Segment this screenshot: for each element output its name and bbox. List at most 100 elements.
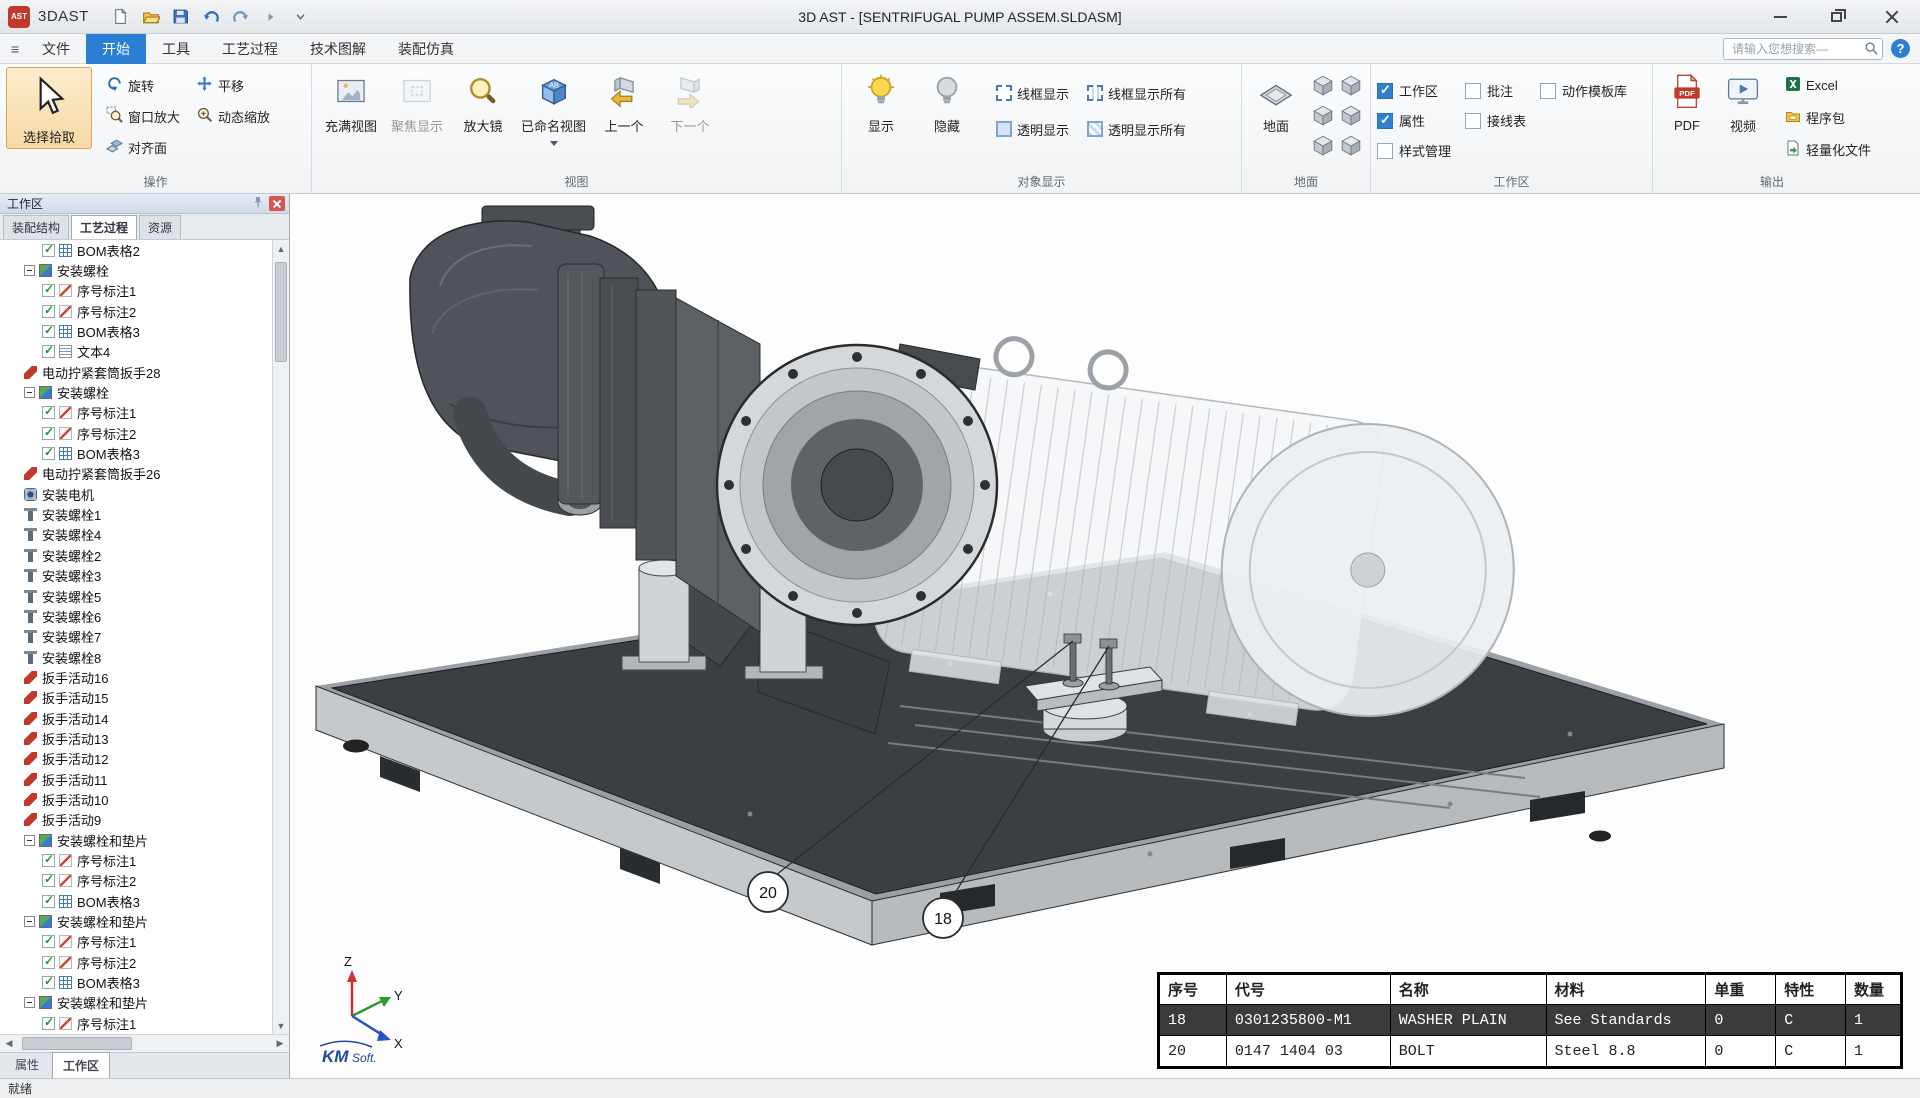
tab-properties[interactable]: 属性	[4, 1051, 50, 1078]
tree-item[interactable]: 安装螺栓和垫片	[0, 993, 272, 1013]
dynamic-zoom-button[interactable]: 动态缩放	[190, 102, 276, 130]
tree-checkbox[interactable]	[42, 447, 55, 460]
new-document-icon[interactable]	[111, 7, 131, 27]
workspace-checkbox-item[interactable]: 工作区	[1377, 77, 1451, 104]
help-button[interactable]: ?	[1891, 39, 1910, 58]
tree-checkbox[interactable]	[42, 406, 55, 419]
tree-expander-icon[interactable]	[24, 835, 35, 846]
tree-item[interactable]: BOM表格2	[0, 240, 272, 260]
export-pdf-button[interactable]: PDF PDF	[1659, 67, 1715, 135]
tree-item[interactable]: BOM表格3	[0, 321, 272, 341]
previous-view-button[interactable]: 上一个	[591, 67, 657, 137]
tree-expander-icon[interactable]	[24, 265, 35, 276]
tree-item[interactable]: 安装螺栓2	[0, 545, 272, 565]
tree-item[interactable]: 扳手活动16	[0, 667, 272, 687]
viewport-3d[interactable]: 20 18 Z Y X	[290, 194, 1920, 1078]
align-face-button[interactable]: 对齐面	[100, 133, 186, 161]
menu-icon[interactable]: ≡	[6, 41, 24, 57]
tree-item[interactable]: 扳手活动12	[0, 749, 272, 769]
tree-item[interactable]: 安装螺栓4	[0, 525, 272, 545]
tree-item[interactable]: 安装螺栓1	[0, 504, 272, 524]
pan-button[interactable]: 平移	[190, 71, 276, 99]
tab-file[interactable]: 文件	[26, 34, 86, 64]
style-manager-checkbox-item[interactable]: 样式管理	[1377, 137, 1451, 164]
scroll-right-icon[interactable]: ▶	[271, 1035, 289, 1053]
tree-item[interactable]: 扳手活动13	[0, 728, 272, 748]
qat-dropdown-icon[interactable]	[291, 7, 311, 27]
checkbox-icon[interactable]	[1465, 113, 1481, 129]
checkbox-icon[interactable]	[1465, 83, 1481, 99]
ground-button[interactable]: 地面	[1248, 67, 1304, 137]
scroll-down-icon[interactable]: ▼	[273, 1017, 289, 1034]
tree-checkbox[interactable]	[42, 874, 55, 887]
tree-item[interactable]: 序号标注1	[0, 1013, 272, 1033]
restore-button[interactable]	[1808, 0, 1864, 33]
tree-item[interactable]: 序号标注2	[0, 423, 272, 443]
tree-item[interactable]: 文本4	[0, 342, 272, 362]
annotation-checkbox-item[interactable]: 批注	[1465, 77, 1526, 104]
checkbox-icon[interactable]	[1377, 113, 1393, 129]
tree-item[interactable]: 安装螺栓	[0, 382, 272, 402]
tree-item[interactable]: 电动拧紧套筒扳手28	[0, 362, 272, 382]
named-views-dropdown-icon[interactable]	[550, 141, 558, 146]
checkbox-icon[interactable]	[1540, 83, 1556, 99]
window-zoom-button[interactable]: 窗口放大	[100, 102, 186, 130]
action-template-checkbox-item[interactable]: 动作模板库	[1540, 77, 1627, 104]
export-video-button[interactable]: 视频	[1715, 67, 1771, 137]
view-cube-icon[interactable]	[1310, 71, 1336, 99]
tree-checkbox[interactable]	[42, 244, 55, 257]
export-package-button[interactable]: 程序包	[1779, 103, 1877, 131]
tree-item[interactable]: 扳手活动14	[0, 708, 272, 728]
tree-checkbox[interactable]	[42, 854, 55, 867]
scroll-left-icon[interactable]: ◀	[0, 1035, 18, 1053]
tree-item[interactable]: 安装螺栓8	[0, 647, 272, 667]
tree-item[interactable]: 序号标注1	[0, 850, 272, 870]
tree-item[interactable]: 序号标注1	[0, 403, 272, 423]
balloon-20[interactable]: 20	[748, 872, 788, 912]
balloon-18[interactable]: 18	[923, 898, 963, 938]
checkbox-icon[interactable]	[1377, 143, 1393, 159]
tree-item[interactable]: 序号标注1	[0, 932, 272, 952]
close-button[interactable]	[1864, 0, 1920, 33]
tree-expander-icon[interactable]	[24, 387, 35, 398]
named-views-button[interactable]: AB 已命名视图	[516, 67, 591, 148]
horizontal-scroll-thumb[interactable]	[22, 1037, 132, 1050]
tree-item[interactable]: BOM表格3	[0, 443, 272, 463]
tree-checkbox[interactable]	[42, 976, 55, 989]
save-icon[interactable]	[171, 7, 191, 27]
view-cube-icon[interactable]	[1338, 101, 1364, 129]
tree-checkbox[interactable]	[42, 325, 55, 338]
export-lightweight-button[interactable]: 轻量化文件	[1779, 135, 1877, 163]
open-folder-icon[interactable]	[141, 7, 161, 27]
tree-checkbox[interactable]	[42, 427, 55, 440]
tree-expander-icon[interactable]	[24, 997, 35, 1008]
tree-checkbox[interactable]	[42, 895, 55, 908]
search-input[interactable]	[1723, 38, 1883, 60]
tree-item[interactable]: 电动拧紧套筒扳手26	[0, 464, 272, 484]
tree-checkbox[interactable]	[42, 305, 55, 318]
tree-item[interactable]: 序号标注1	[0, 281, 272, 301]
search-icon[interactable]	[1864, 41, 1879, 59]
tree-item[interactable]: BOM表格3	[0, 972, 272, 992]
search-box[interactable]	[1723, 38, 1883, 60]
select-pick-button[interactable]: 选择拾取	[6, 67, 92, 149]
tree-checkbox[interactable]	[42, 284, 55, 297]
tree-item[interactable]: 安装螺栓5	[0, 586, 272, 606]
tab-assembly-structure[interactable]: 装配结构	[3, 215, 69, 239]
pin-icon[interactable]	[252, 196, 264, 212]
wireframe-all-button[interactable]: 线框显示所有	[1081, 79, 1192, 107]
tree-item[interactable]: 序号标注2	[0, 871, 272, 891]
tree-item[interactable]: 安装螺栓和垫片	[0, 830, 272, 850]
tab-tools[interactable]: 工具	[146, 34, 206, 64]
magnifier-button[interactable]: 放大镜	[450, 67, 516, 137]
tree-item[interactable]: 安装螺栓	[0, 260, 272, 280]
hide-button[interactable]: 隐藏	[914, 67, 980, 137]
qat-forward-icon[interactable]	[261, 7, 281, 27]
tree-item[interactable]: 安装螺栓3	[0, 566, 272, 586]
tab-process-tree[interactable]: 工艺过程	[71, 215, 137, 239]
focus-display-button[interactable]: 聚焦显示	[384, 67, 450, 137]
scroll-up-icon[interactable]: ▲	[273, 240, 289, 257]
tab-home[interactable]: 开始	[86, 34, 146, 64]
wiring-table-checkbox-item[interactable]: 接线表	[1465, 107, 1526, 134]
tree-item[interactable]: 序号标注2	[0, 952, 272, 972]
